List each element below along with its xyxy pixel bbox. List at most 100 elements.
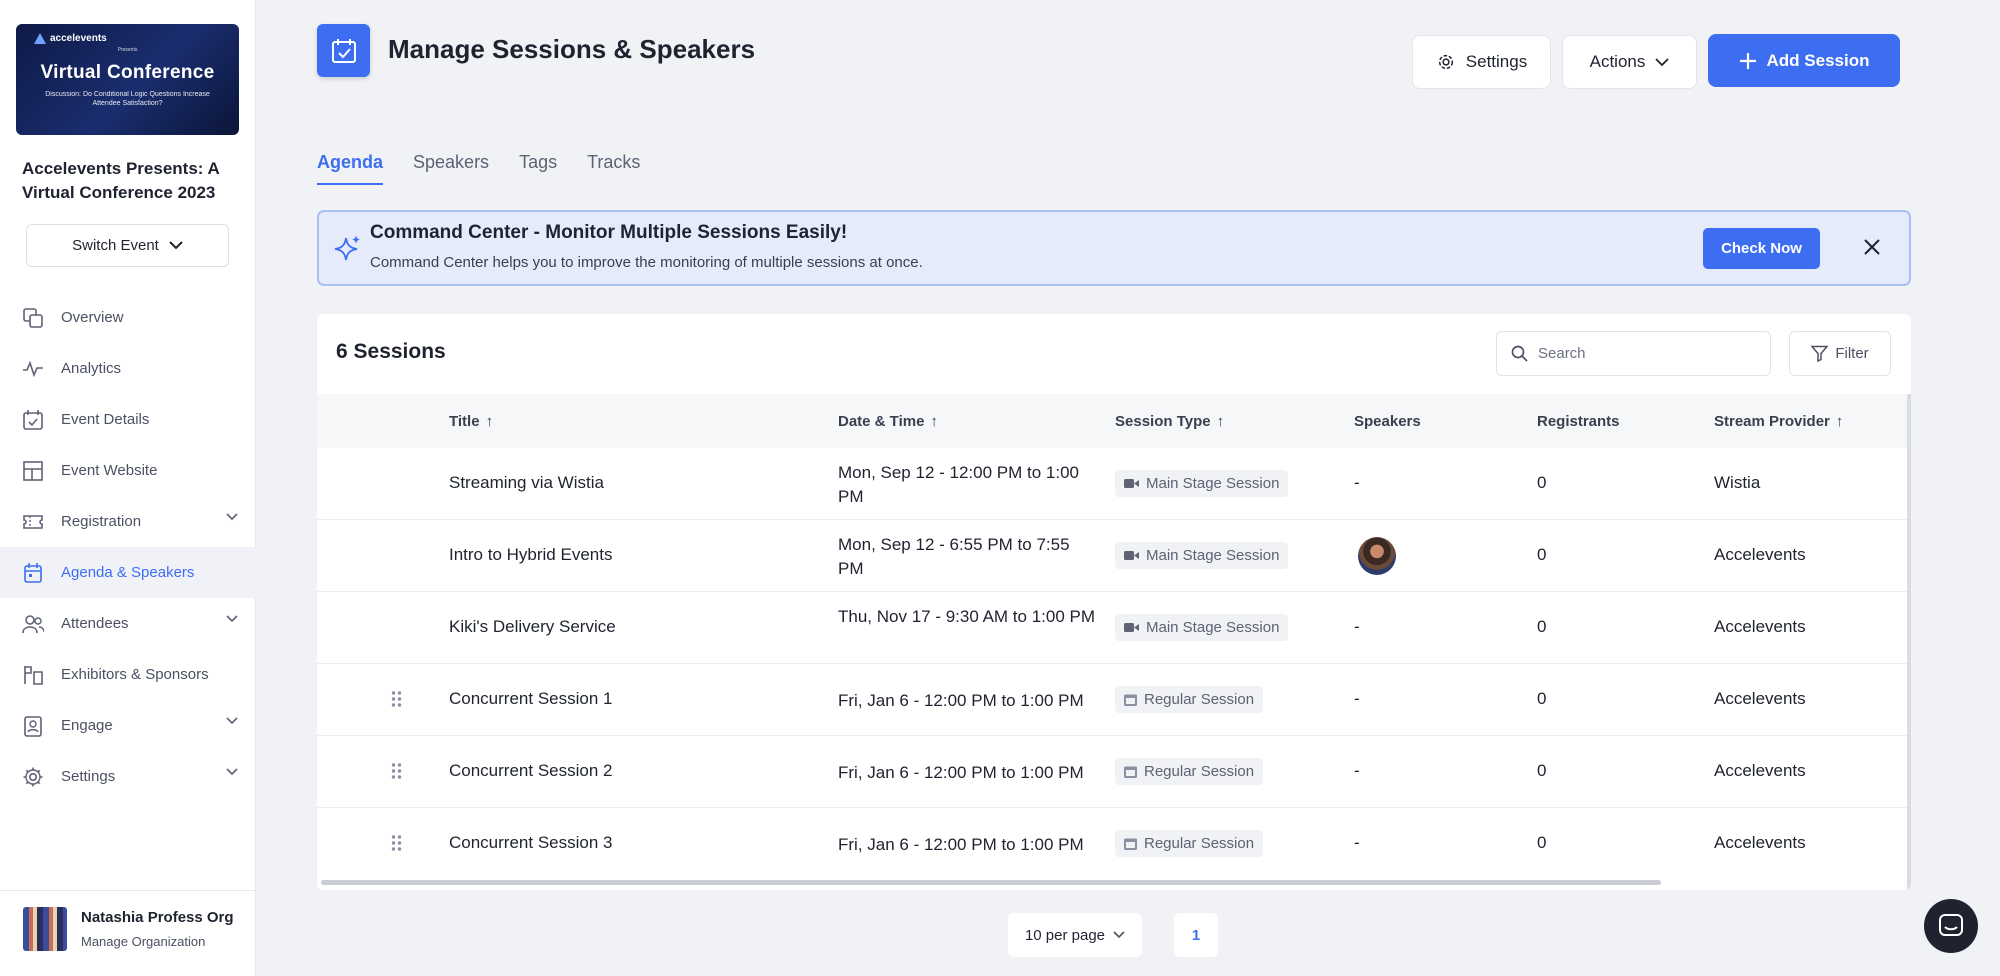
video-camera-icon bbox=[1124, 479, 1139, 488]
filter-button[interactable]: Filter bbox=[1789, 331, 1891, 376]
badge-icon bbox=[22, 715, 44, 737]
organization-switcher[interactable]: Natashia Profess Org Manage Organization bbox=[0, 890, 256, 976]
tab-tags[interactable]: Tags bbox=[519, 152, 557, 185]
sidebar-item-label: Overview bbox=[61, 309, 124, 326]
close-icon[interactable] bbox=[1863, 238, 1881, 256]
sidebar-item-settings[interactable]: Settings bbox=[0, 751, 256, 802]
sidebar-item-event-website[interactable]: Event Website bbox=[0, 445, 256, 496]
horizontal-scrollbar[interactable] bbox=[321, 880, 1661, 885]
session-title[interactable]: Concurrent Session 2 bbox=[449, 761, 612, 781]
drag-handle-icon[interactable] bbox=[391, 762, 402, 780]
sort-arrow-icon: ↑ bbox=[1835, 413, 1844, 430]
table-row[interactable]: Intro to Hybrid Events Mon, Sep 12 - 6:5… bbox=[317, 520, 1911, 592]
calendar-check-icon bbox=[22, 409, 44, 431]
session-date: Fri, Jan 6 - 12:00 PM to 1:00 PM bbox=[838, 691, 1084, 710]
sidebar-item-engage[interactable]: Engage bbox=[0, 700, 256, 751]
drag-handle-icon[interactable] bbox=[391, 690, 402, 708]
session-stream-provider: Accelevents bbox=[1714, 761, 1806, 780]
column-session-type[interactable]: Session Type ↑ bbox=[1115, 413, 1224, 430]
drag-handle-icon[interactable] bbox=[391, 834, 402, 852]
column-date-label: Date & Time bbox=[838, 413, 925, 430]
session-stream-provider: Accelevents bbox=[1714, 617, 1806, 636]
session-stream-provider: Accelevents bbox=[1714, 545, 1806, 564]
sidebar-item-label: Engage bbox=[61, 717, 113, 734]
column-date[interactable]: Date & Time ↑ bbox=[838, 413, 938, 430]
session-registrants: 0 bbox=[1537, 761, 1547, 780]
column-title[interactable]: Title ↑ bbox=[449, 413, 493, 430]
table-row[interactable]: Kiki's Delivery Service Thu, Nov 17 - 9:… bbox=[317, 592, 1911, 664]
sidebar-item-exhibitors-sponsors[interactable]: Exhibitors & Sponsors bbox=[0, 649, 256, 700]
banner-subtitle: Discussion: Do Conditional Logic Questio… bbox=[45, 91, 210, 107]
per-page-select[interactable]: 10 per page bbox=[1008, 913, 1142, 957]
session-date: Thu, Nov 17 - 9:30 AM to 1:00 PM bbox=[838, 607, 1096, 626]
session-title[interactable]: Concurrent Session 3 bbox=[449, 833, 612, 853]
event-banner[interactable]: accelevents Presents Virtual Conference … bbox=[16, 24, 239, 135]
session-speakers: - bbox=[1354, 833, 1360, 852]
sidebar-item-analytics[interactable]: Analytics bbox=[0, 343, 256, 394]
switch-event-button[interactable]: Switch Event bbox=[26, 224, 229, 267]
tab-tracks[interactable]: Tracks bbox=[587, 152, 640, 185]
session-title[interactable]: Intro to Hybrid Events bbox=[449, 545, 612, 565]
session-title[interactable]: Kiki's Delivery Service bbox=[449, 617, 616, 637]
check-now-button[interactable]: Check Now bbox=[1703, 228, 1820, 269]
column-stream-provider[interactable]: Stream Provider ↑ bbox=[1714, 413, 1843, 430]
sparkle-icon bbox=[334, 235, 360, 261]
session-type-badge: Regular Session bbox=[1115, 758, 1264, 785]
column-speakers-label: Speakers bbox=[1354, 413, 1421, 430]
table-row[interactable]: Concurrent Session 1 Fri, Jan 6 - 12:00 … bbox=[317, 664, 1911, 736]
calendar-check-icon bbox=[317, 24, 370, 77]
sidebar-item-attendees[interactable]: Attendees bbox=[0, 598, 256, 649]
tab-speakers[interactable]: Speakers bbox=[413, 152, 489, 185]
session-type-label: Regular Session bbox=[1144, 763, 1255, 780]
session-type-label: Main Stage Session bbox=[1146, 619, 1280, 636]
sidebar-item-label: Registration bbox=[61, 513, 142, 530]
calendar-icon bbox=[1124, 694, 1137, 706]
overview-icon bbox=[22, 307, 44, 329]
chat-icon bbox=[1939, 914, 1963, 936]
table-row[interactable]: Concurrent Session 2 Fri, Jan 6 - 12:00 … bbox=[317, 736, 1911, 808]
column-provider-label: Stream Provider bbox=[1714, 413, 1830, 430]
chevron-down-icon bbox=[226, 768, 238, 776]
settings-button[interactable]: Settings bbox=[1412, 35, 1551, 89]
sort-arrow-icon: ↑ bbox=[485, 413, 494, 430]
gear-icon bbox=[1438, 54, 1453, 70]
sessions-card: 6 Sessions Filter Title ↑ Date & Time ↑ Se… bbox=[317, 314, 1911, 890]
column-type-label: Session Type bbox=[1115, 413, 1211, 430]
add-session-button[interactable]: Add Session bbox=[1708, 34, 1900, 87]
table-row[interactable]: Concurrent Session 3 Fri, Jan 6 - 12:00 … bbox=[317, 808, 1911, 880]
table-row[interactable]: Streaming via Wistia Mon, Sep 12 - 12:00… bbox=[317, 448, 1911, 520]
sidebar-item-registration[interactable]: Registration bbox=[0, 496, 256, 547]
speaker-avatar[interactable] bbox=[1358, 537, 1396, 575]
banner-brand-text: accelevents bbox=[50, 33, 107, 44]
booth-icon bbox=[22, 664, 44, 686]
event-name: Accelevents Presents: A Virtual Conferen… bbox=[22, 159, 220, 202]
search-input[interactable] bbox=[1538, 345, 1738, 362]
page-number-button[interactable]: 1 bbox=[1174, 913, 1218, 957]
session-speakers: - bbox=[1354, 689, 1360, 708]
session-speakers: - bbox=[1354, 617, 1360, 636]
session-title[interactable]: Concurrent Session 1 bbox=[449, 689, 612, 709]
chat-launcher-button[interactable] bbox=[1924, 899, 1978, 953]
session-type-label: Regular Session bbox=[1144, 691, 1255, 708]
accelevents-logo-icon bbox=[34, 33, 46, 44]
sidebar-item-overview[interactable]: Overview bbox=[0, 292, 256, 343]
tab-agenda[interactable]: Agenda bbox=[317, 152, 384, 185]
session-date: Mon, Sep 12 - 6:55 PM to 7:55 PM bbox=[838, 535, 1070, 578]
command-center-title: Command Center - Monitor Multiple Sessio… bbox=[370, 222, 848, 243]
command-center-banner: Command Center - Monitor Multiple Sessio… bbox=[317, 210, 1911, 286]
sidebar-item-agenda-speakers[interactable]: Agenda & Speakers bbox=[0, 547, 256, 598]
command-center-text: Command Center helps you to improve the … bbox=[370, 254, 923, 271]
actions-dropdown[interactable]: Actions bbox=[1562, 35, 1697, 89]
chevron-down-icon bbox=[226, 615, 238, 623]
calendar-icon bbox=[1124, 766, 1137, 778]
session-title[interactable]: Streaming via Wistia bbox=[449, 473, 604, 493]
sidebar-item-event-details[interactable]: Event Details bbox=[0, 394, 256, 445]
sidebar-item-label: Settings bbox=[61, 768, 116, 785]
search-field[interactable] bbox=[1496, 331, 1771, 376]
plus-icon bbox=[1739, 52, 1756, 69]
manage-organization-link[interactable]: Manage Organization bbox=[81, 934, 205, 949]
sidebar: accelevents Presents Virtual Conference … bbox=[0, 0, 256, 976]
vertical-scrollbar[interactable] bbox=[1907, 394, 1911, 890]
sidebar-item-label: Attendees bbox=[61, 615, 129, 632]
session-date: Mon, Sep 12 - 12:00 PM to 1:00 PM bbox=[838, 463, 1079, 506]
